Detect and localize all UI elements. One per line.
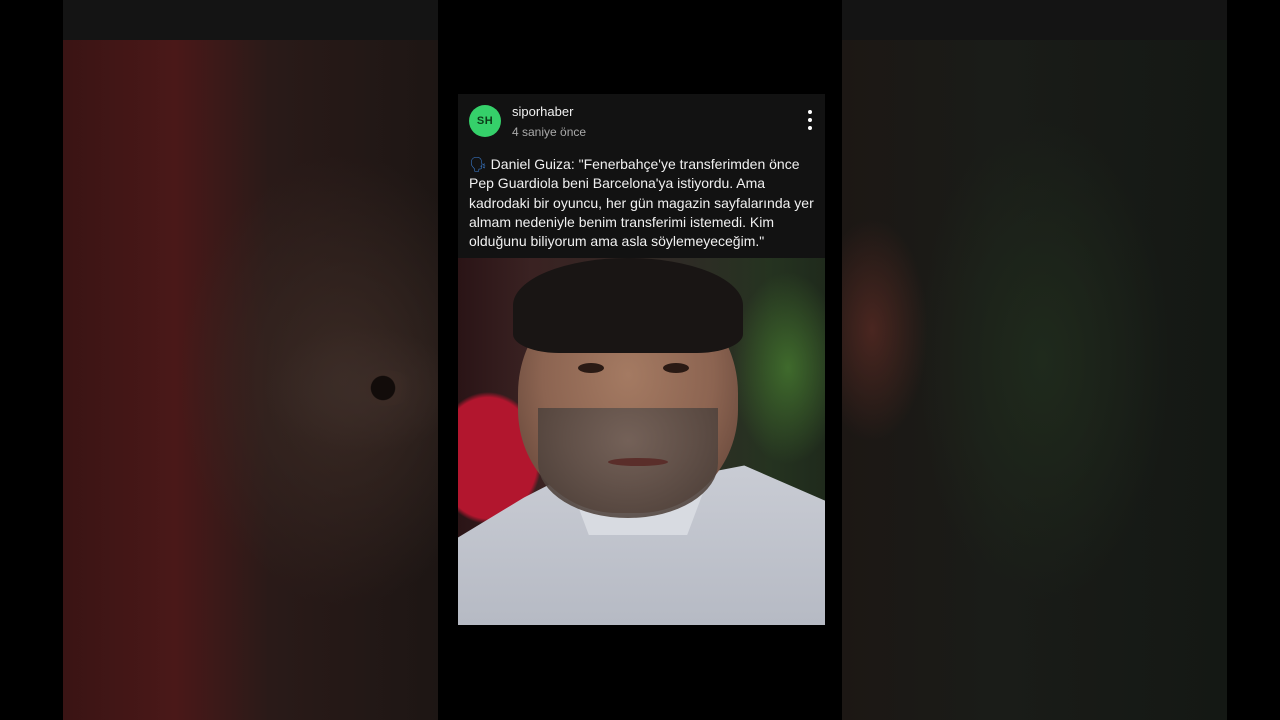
blurred-background-right (842, 0, 1227, 720)
top-band (63, 0, 438, 40)
speaking-head-icon: 🗣 (469, 156, 487, 172)
blurred-background-left (63, 0, 438, 720)
post-text: Daniel Guiza: "Fenerbahçe'ye transferimd… (469, 156, 814, 250)
post-timestamp[interactable]: 4 saniye önce (512, 125, 586, 139)
more-options-icon[interactable] (803, 110, 817, 130)
photo-hair (513, 258, 743, 354)
post-body: 🗣 Daniel Guiza: "Fenerbahçe'ye transferi… (458, 150, 825, 258)
channel-name[interactable]: siporhaber (512, 104, 573, 119)
post-image[interactable] (458, 258, 825, 626)
top-band (842, 0, 1227, 40)
post-header: SH siporhaber 4 saniye önce (458, 94, 825, 150)
channel-avatar[interactable]: SH (469, 105, 501, 137)
blurred-eye (348, 370, 418, 406)
community-post-card: SH siporhaber 4 saniye önce 🗣 Daniel Gui… (458, 94, 825, 626)
